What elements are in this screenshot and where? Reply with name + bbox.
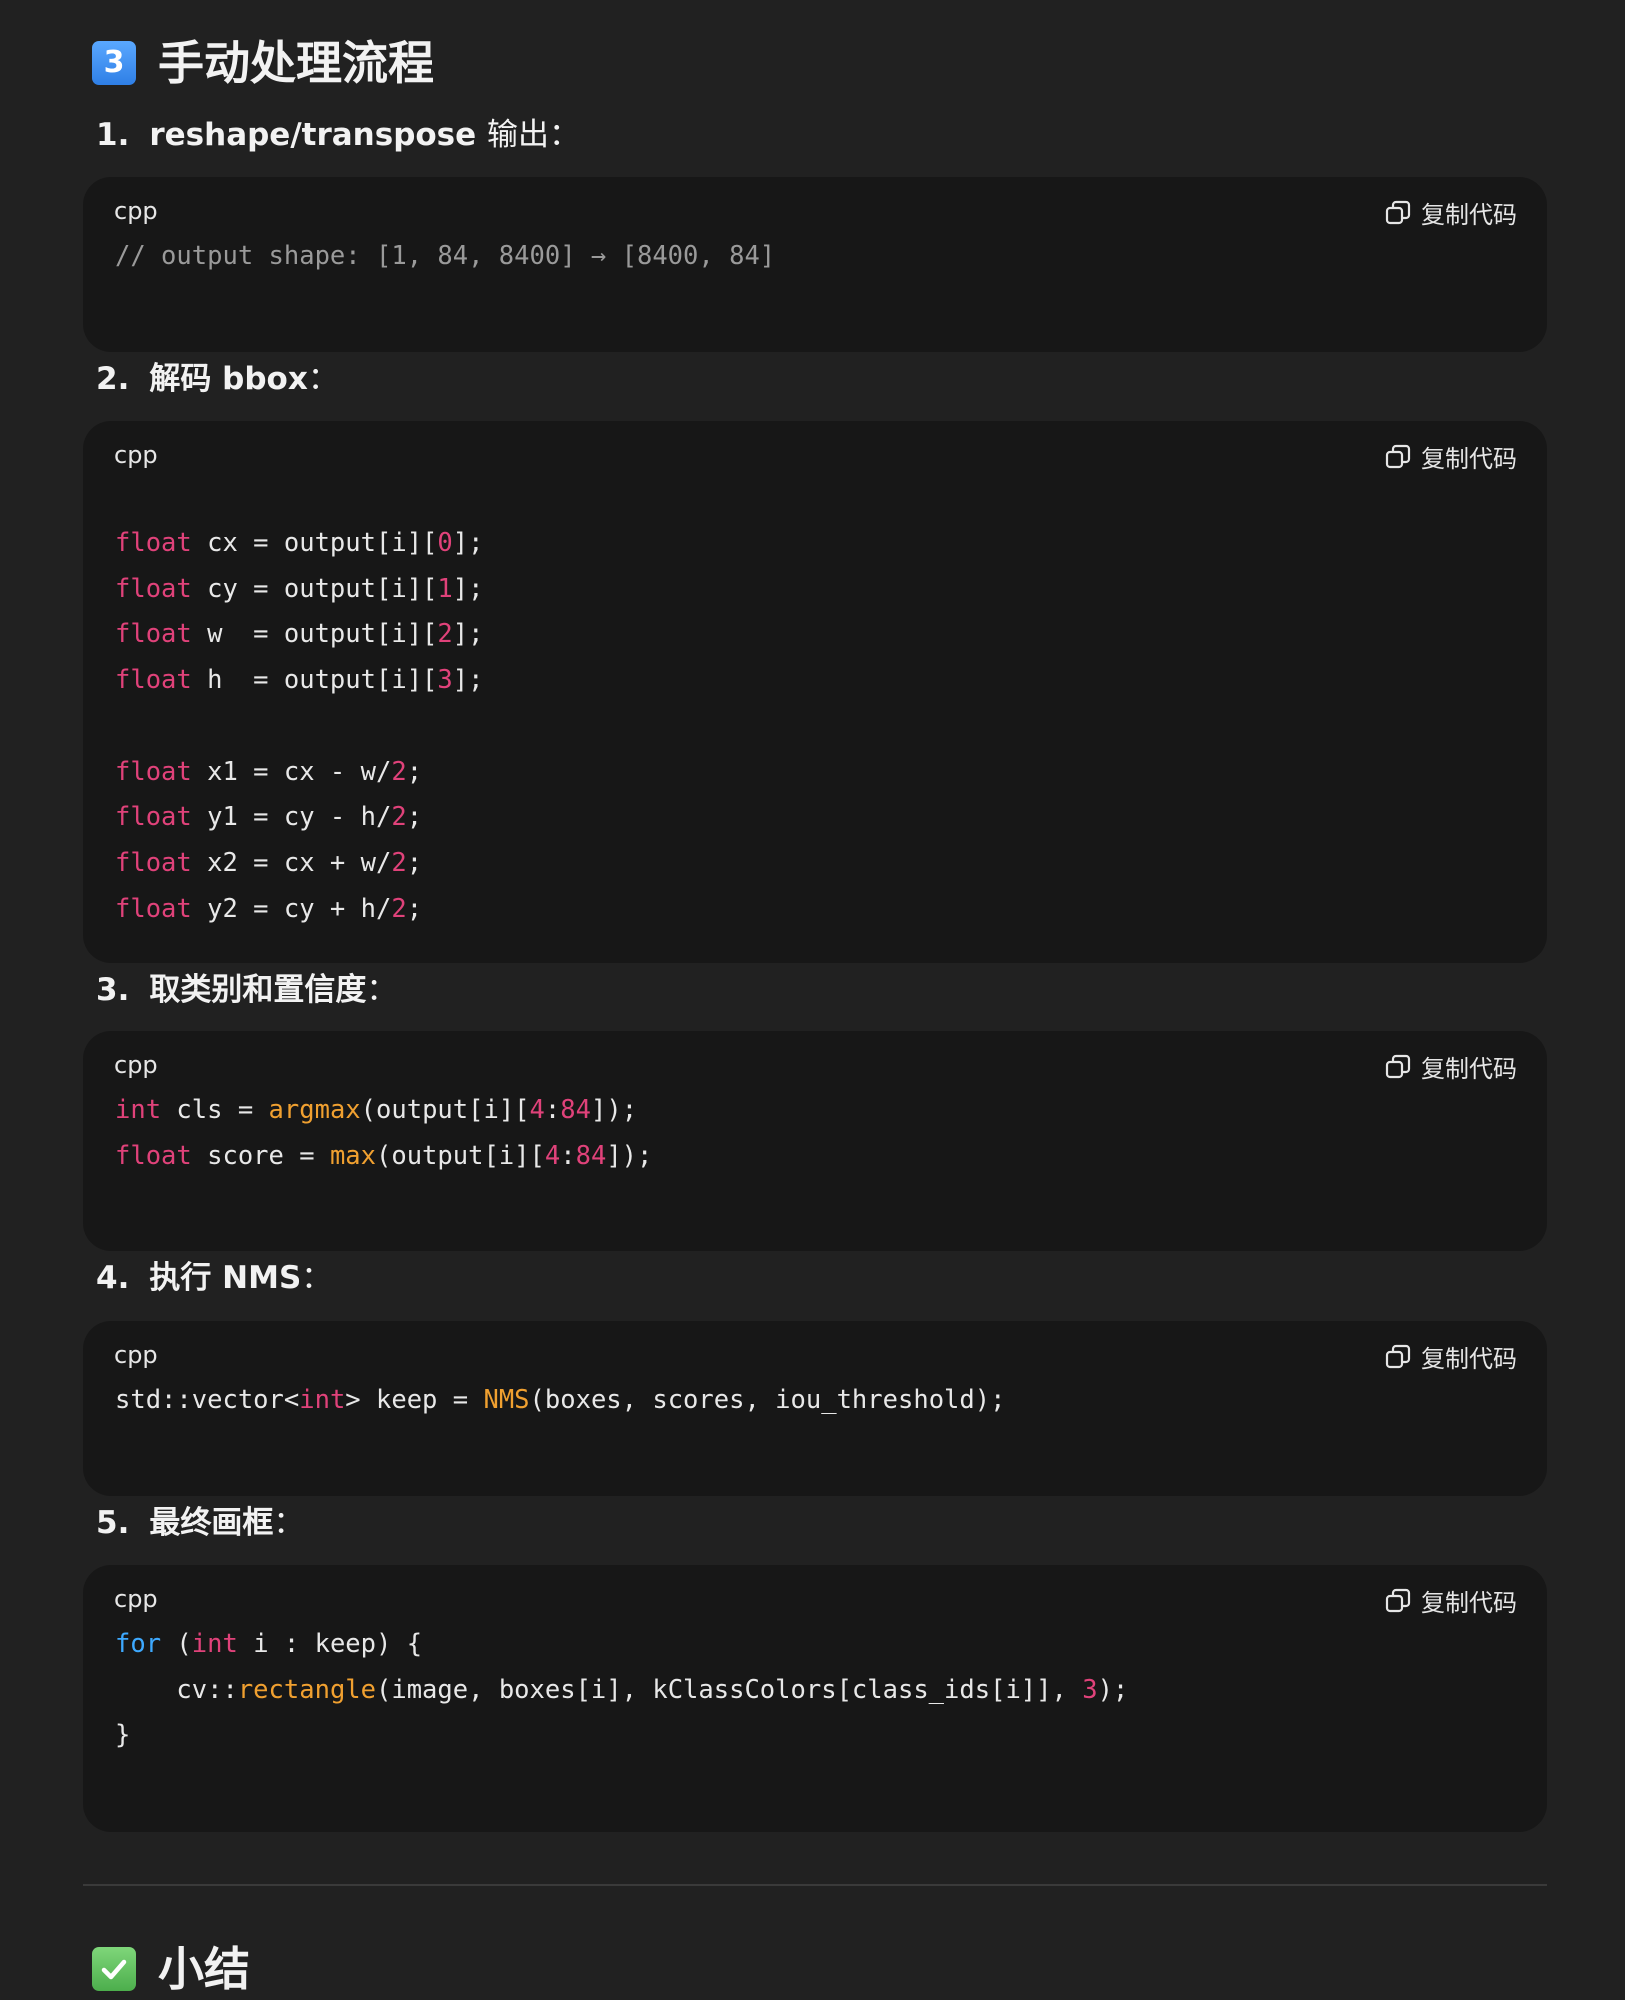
code-line: float y2 = cy + h/2;	[115, 893, 423, 924]
code-language-label: cpp	[114, 1341, 158, 1369]
code-line: float cx = output[i][0];	[115, 528, 484, 558]
code-line: std::vector<int> keep = NMS(boxes, score…	[115, 1385, 1006, 1415]
code-line: int cls = argmax(output[i][4:84]);	[115, 1095, 638, 1125]
code-block-2: cpp 复制代码 float cx = output[i][0]; float c…	[83, 421, 1547, 963]
code-line: for (int i : keep) {	[115, 1629, 423, 1659]
step-heading-3: 3. 取类别和置信度：	[96, 972, 398, 1008]
code-line: cv::rectangle(image, boxes[i], kClassCol…	[115, 1674, 1129, 1705]
code-text: int cls = argmax(output[i][4:84]); float …	[115, 1088, 652, 1179]
copy-icon	[1385, 200, 1411, 224]
code-text: // output shape: [1, 84, 8400] → [8400, …	[115, 241, 776, 271]
code-language-label: cpp	[114, 1585, 158, 1613]
check-mark-icon	[92, 1947, 136, 1991]
step-heading-5: 5. 最终画框：	[96, 1505, 305, 1541]
copy-code-button[interactable]: 复制代码	[1385, 1339, 1517, 1374]
copy-icon	[1385, 444, 1411, 468]
code-text: std::vector<int> keep = NMS(boxes, score…	[115, 1378, 1005, 1424]
code-block-4: cpp 复制代码 std::vector<int> keep = NMS(box…	[83, 1321, 1547, 1496]
copy-icon	[1385, 1588, 1411, 1612]
code-line: float w = output[i][2];	[115, 619, 484, 650]
copy-icon	[1385, 1344, 1411, 1368]
code-text: for (int i : keep) { cv::rectangle(image…	[115, 1622, 1128, 1759]
step-heading-1: 1. reshape/transpose 输出：	[96, 117, 580, 153]
section-title-summary: 小结	[92, 1946, 250, 1992]
code-line: }	[115, 1720, 131, 1751]
section-title-process: 3 手动处理流程	[92, 40, 434, 86]
step-heading-4: 4. 执行 NMS：	[96, 1260, 333, 1296]
code-text: float cx = output[i][0]; float cy = outpu…	[115, 521, 483, 932]
section-title-text: 小结	[158, 1942, 250, 1996]
copy-code-button[interactable]: 复制代码	[1385, 1049, 1517, 1084]
step-heading-2: 2. 解码 bbox：	[96, 361, 339, 397]
code-line: float y1 = cy - h/2;	[115, 802, 423, 833]
code-language-label: cpp	[114, 1051, 158, 1079]
code-line: float score = max(output[i][4:84]);	[115, 1140, 653, 1171]
section-title-text: 手动处理流程	[158, 36, 434, 90]
copy-code-button[interactable]: 复制代码	[1385, 439, 1517, 474]
code-language-label: cpp	[114, 441, 158, 469]
code-line: float h = output[i][3];	[115, 665, 484, 696]
section-divider	[83, 1884, 1547, 1886]
copy-code-button[interactable]: 复制代码	[1385, 195, 1517, 230]
code-line: float x1 = cx - w/2;	[115, 756, 423, 787]
code-block-1: cpp 复制代码 // output shape: [1, 84, 8400] …	[83, 177, 1547, 352]
code-block-5: cpp 复制代码 for (int i : keep) { cv::rectan…	[83, 1565, 1547, 1832]
code-language-label: cpp	[114, 197, 158, 225]
keycap-three-icon: 3	[92, 41, 136, 85]
code-line: float x2 = cx + w/2;	[115, 847, 423, 878]
code-block-3: cpp 复制代码 int cls = argmax(output[i][4:84…	[83, 1031, 1547, 1251]
copy-icon	[1385, 1054, 1411, 1078]
copy-code-button[interactable]: 复制代码	[1385, 1583, 1517, 1618]
code-line: float cy = output[i][1];	[115, 573, 484, 604]
